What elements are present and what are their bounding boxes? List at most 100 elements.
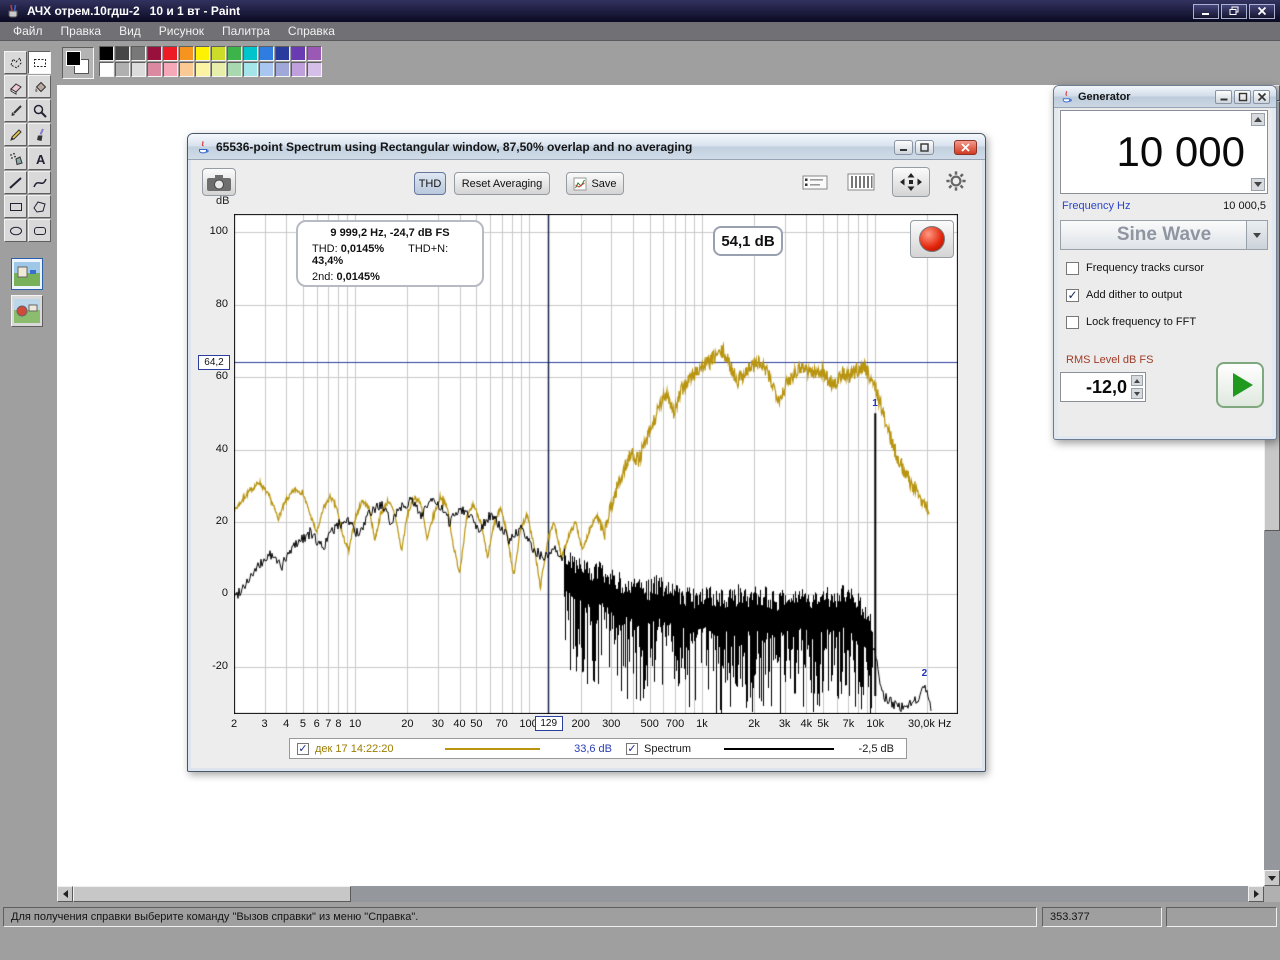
h2-value: 0,0145% [336,271,380,283]
tool-free-select[interactable] [4,51,27,74]
gear-icon[interactable] [945,170,967,192]
chevron-down-icon[interactable] [1246,221,1267,249]
menu-Правка[interactable]: Правка [52,23,111,39]
tool-brush[interactable] [28,123,51,146]
color-swatch[interactable] [259,46,274,61]
horizontal-scroll-thumb[interactable] [73,886,351,902]
color-swatch[interactable] [307,62,322,77]
color-swatch[interactable] [307,46,322,61]
color-swatch[interactable] [163,46,178,61]
frequency-display[interactable]: 10 000 [1060,110,1268,194]
tool-pencil[interactable] [4,123,27,146]
tool-ellipse[interactable] [4,219,27,242]
tool-line[interactable] [4,171,27,194]
color-swatch[interactable] [115,46,130,61]
color-swatch[interactable] [259,62,274,77]
tool-rounded-rectangle[interactable] [28,219,51,242]
tool-rectangle[interactable] [4,195,27,218]
scroll-down-icon[interactable] [1264,870,1280,886]
generator-option[interactable]: Lock frequency to FFT [1066,314,1196,330]
color-swatch[interactable] [291,46,306,61]
menu-Палитра[interactable]: Палитра [213,23,279,39]
menu-Справка[interactable]: Справка [279,23,344,39]
generator-option[interactable]: Frequency tracks cursor [1066,260,1204,276]
selection-transparent-icon[interactable] [11,295,43,327]
rms-down-icon[interactable] [1131,388,1143,399]
minimize-icon[interactable] [1193,3,1219,19]
generator-maximize-icon[interactable] [1234,89,1251,104]
play-button[interactable] [1216,362,1264,408]
spectrum-canvas[interactable] [234,214,958,714]
selection-opaque-icon[interactable] [11,258,43,290]
color-swatch[interactable] [99,46,114,61]
color-swatch[interactable] [131,46,146,61]
save-button[interactable]: Save [566,172,624,195]
tool-polygon[interactable] [28,195,51,218]
tool-magnifier[interactable] [28,99,51,122]
color-swatch[interactable] [195,46,210,61]
close-icon[interactable] [1249,3,1275,19]
color-swatch[interactable] [179,46,194,61]
generator-option[interactable]: ✓ Add dither to output [1066,287,1182,303]
color-swatch[interactable] [147,62,162,77]
color-swatch[interactable] [227,46,242,61]
paint-titlebar[interactable]: АЧХ отрем.10гдш-2 10 и 1 вт - Paint [0,0,1280,22]
generator-close-icon[interactable] [1253,89,1270,104]
color-swatch[interactable] [147,46,162,61]
color-swatch[interactable] [163,62,178,77]
reset-averaging-button[interactable]: Reset Averaging [454,172,550,195]
thd-button[interactable]: THD [414,172,446,195]
color-swatch[interactable] [243,46,258,61]
rms-level-field[interactable]: -12,0 [1060,372,1146,402]
color-swatch[interactable] [211,62,226,77]
color-swatch[interactable] [115,62,130,77]
tool-airbrush[interactable] [4,147,27,170]
cursor-readout-icon[interactable] [801,172,829,192]
color-swatch[interactable] [195,62,210,77]
rta-minimize-icon[interactable] [894,140,913,155]
waveform-select[interactable]: Sine Wave [1060,220,1268,250]
generator-titlebar[interactable]: Generator [1054,86,1276,108]
pan-zoom-icon[interactable] [892,167,930,197]
brush-icon [36,128,44,141]
scroll-left-icon[interactable] [57,886,73,902]
scroll-right-icon[interactable] [1248,886,1264,902]
menu-Файл[interactable]: Файл [4,23,52,39]
checkbox-unchecked-icon[interactable] [1066,315,1079,329]
rms-up-icon[interactable] [1131,375,1143,386]
checkbox-checked-icon[interactable]: ✓ [1066,288,1079,302]
tool-curve[interactable] [28,171,51,194]
tool-fill[interactable] [28,75,51,98]
tool-text[interactable]: A [28,147,51,170]
spectrogram-icon[interactable] [846,171,876,193]
color-swatch[interactable] [275,62,290,77]
rta-close-icon[interactable] [954,140,977,155]
legend-checkbox[interactable]: ✓ [626,742,638,755]
color-swatch[interactable] [227,62,242,77]
color-swatch[interactable] [243,62,258,77]
color-swatch[interactable] [211,46,226,61]
frequency-down-icon[interactable] [1251,178,1265,191]
tool-color-picker[interactable] [4,99,27,122]
color-swatch[interactable] [131,62,146,77]
restore-icon[interactable] [1221,3,1247,19]
checkbox-unchecked-icon[interactable] [1066,261,1079,275]
tool-rect-select[interactable] [28,51,51,74]
tool-eraser[interactable] [4,75,27,98]
legend-checkbox[interactable]: ✓ [297,742,309,755]
rta-titlebar[interactable]: 65536-point Spectrum using Rectangular w… [188,134,985,160]
frequency-up-icon[interactable] [1251,113,1265,126]
capture-button[interactable] [202,168,236,196]
current-colors[interactable] [62,47,94,79]
menu-Вид[interactable]: Вид [110,23,150,39]
color-swatch[interactable] [291,62,306,77]
rta-maximize-icon[interactable] [915,140,934,155]
generator-minimize-icon[interactable] [1215,89,1232,104]
color-swatch[interactable] [179,62,194,77]
color-swatch[interactable] [275,46,290,61]
horizontal-scrollbar[interactable] [57,886,1264,902]
record-button[interactable] [910,220,954,258]
spectrum-plot[interactable]: 9 999,2 Hz, -24,7 dB FS THD: 0,0145% THD… [234,214,958,714]
menu-Рисунок[interactable]: Рисунок [150,23,213,39]
color-swatch[interactable] [99,62,114,77]
